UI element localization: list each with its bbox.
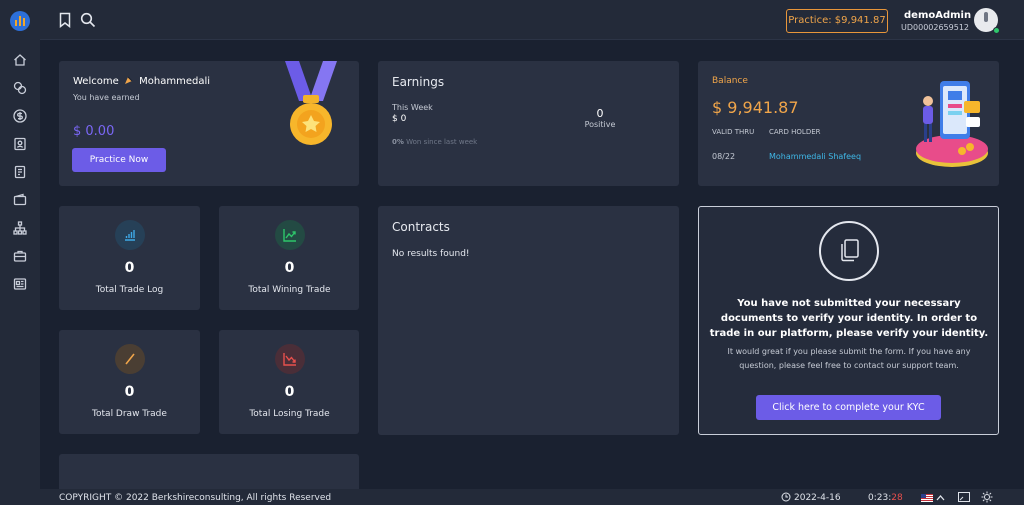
- kyc-description: It would great if you please submit the …: [727, 347, 971, 370]
- party-icon: [124, 76, 133, 84]
- newspaper-icon[interactable]: [13, 277, 27, 291]
- brand-logo-icon[interactable]: [10, 11, 30, 31]
- wallet-icon[interactable]: [13, 193, 27, 207]
- clock-icon: [781, 492, 791, 502]
- this-week-value: $ 0: [392, 114, 407, 124]
- stat-value: 0: [284, 260, 295, 276]
- stat-value: 0: [124, 260, 135, 276]
- positive-label: Positive: [584, 120, 616, 129]
- won-since-last-week: 0% Won since last week: [392, 138, 478, 146]
- valid-thru-label: VALID THRU: [712, 128, 755, 136]
- footer-time: 0:23:28: [868, 493, 903, 503]
- card-holder-label: CARD HOLDER: [769, 128, 821, 136]
- contracts-card: Contracts No results found!: [378, 206, 679, 435]
- footer: COPYRIGHT © 2022 Berkshireconsulting, Al…: [40, 489, 1024, 505]
- stat-card-losing-trade: 0 Total Losing Trade: [219, 330, 359, 434]
- documents-icon: [819, 221, 879, 281]
- this-week-label: This Week: [392, 103, 433, 112]
- bar-chart-icon: [115, 220, 145, 250]
- medal-icon: [285, 61, 337, 145]
- user-name: demoAdmin: [904, 10, 972, 21]
- mobile-payment-illustration-icon: [916, 81, 988, 167]
- stat-value: 0: [284, 384, 295, 400]
- valid-thru-value: 08/22: [712, 152, 736, 161]
- balance-amount: $ 9,941.87: [712, 98, 799, 117]
- balance-label: Balance: [712, 76, 748, 86]
- briefcase-icon[interactable]: [13, 249, 27, 263]
- welcome-title: Welcome Mohammedali: [73, 76, 211, 87]
- window-layout-icon[interactable]: [958, 492, 970, 502]
- balance-card: Balance $ 9,941.87 VALID THRU CARD HOLDE…: [698, 61, 999, 186]
- practice-now-button[interactable]: Practice Now: [72, 148, 166, 172]
- stat-label: Total Trade Log: [95, 285, 164, 295]
- search-icon[interactable]: [80, 12, 96, 28]
- trend-down-icon: [275, 344, 305, 374]
- positive-count: 0: [596, 107, 604, 120]
- copyright-text: COPYRIGHT © 2022 Berkshireconsulting, Al…: [59, 493, 332, 503]
- earnings-card: Earnings This Week $ 0 0 Positive 0% Won…: [378, 61, 679, 186]
- sidebar: [0, 0, 40, 505]
- sun-icon[interactable]: [981, 491, 993, 503]
- stat-label: Total Wining Trade: [248, 285, 331, 295]
- stat-label: Total Draw Trade: [92, 409, 167, 419]
- home-icon[interactable]: [13, 53, 27, 67]
- earnings-title: Earnings: [392, 75, 445, 89]
- welcome-card: Welcome Mohammedali You have earned $ 0.…: [59, 61, 359, 186]
- avatar[interactable]: [974, 8, 1000, 34]
- footer-date: 2022-4-16: [794, 493, 841, 503]
- bookmark-icon[interactable]: [57, 12, 73, 28]
- notebook-icon[interactable]: [13, 165, 27, 179]
- card-holder-name: Mohammedali Shafeeq: [769, 152, 862, 161]
- trend-up-icon: [275, 220, 305, 250]
- kyc-card: You have not submitted your necessary do…: [698, 206, 999, 435]
- stat-value: 0: [124, 384, 135, 400]
- stat-label: Total Losing Trade: [249, 409, 330, 419]
- dollar-icon[interactable]: [13, 109, 27, 123]
- practice-balance-button[interactable]: Practice: $9,941.87: [786, 9, 888, 33]
- kyc-title: You have not submitted your necessary do…: [709, 298, 989, 339]
- network-icon[interactable]: [13, 221, 27, 235]
- complete-kyc-button[interactable]: Click here to complete your KYC: [756, 395, 941, 420]
- coins-icon[interactable]: [13, 81, 27, 95]
- contacts-icon[interactable]: [13, 137, 27, 151]
- contracts-empty-message: No results found!: [392, 249, 470, 259]
- contracts-title: Contracts: [392, 220, 450, 234]
- us-flag-icon[interactable]: [921, 494, 933, 502]
- slash-icon: [115, 344, 145, 374]
- earned-label: You have earned: [73, 93, 140, 102]
- stat-card-trade-log: 0 Total Trade Log: [59, 206, 200, 310]
- stat-card-draw-trade: 0 Total Draw Trade: [59, 330, 200, 434]
- earned-amount: $ 0.00: [73, 124, 115, 139]
- top-bar: Practice: $9,941.87 demoAdmin UD00002659…: [40, 0, 1024, 40]
- online-status-dot: [993, 27, 1000, 34]
- user-id: UD00002659512: [901, 23, 970, 32]
- chevron-up-icon[interactable]: [936, 494, 945, 501]
- bottom-card: [59, 454, 359, 494]
- stat-card-winning-trade: 0 Total Wining Trade: [219, 206, 359, 310]
